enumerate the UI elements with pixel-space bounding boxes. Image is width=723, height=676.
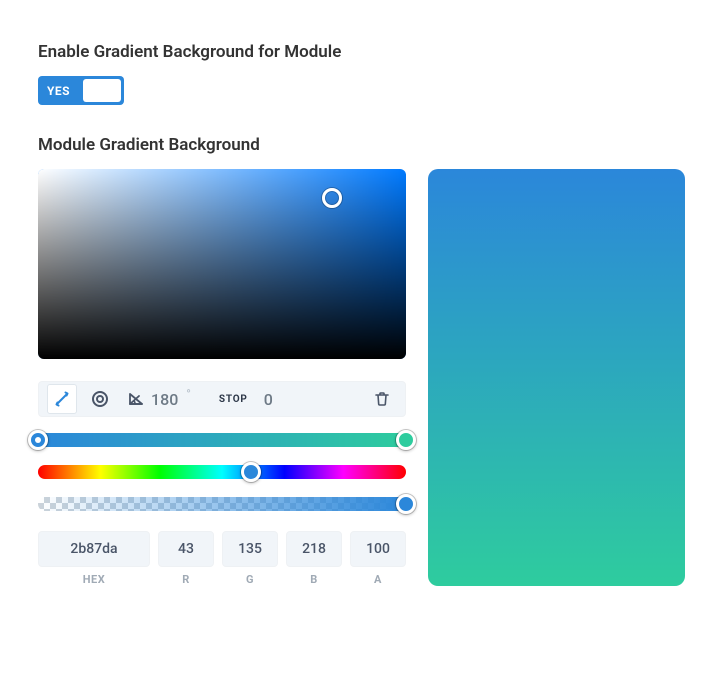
g-box: 135 G <box>222 531 278 586</box>
color-values-row: 2b87da HEX 43 R 135 G 218 B 100 A <box>38 531 406 586</box>
b-label: B <box>286 573 342 586</box>
r-box: 43 R <box>158 531 214 586</box>
gradient-stops-slider[interactable] <box>38 433 406 447</box>
enable-title: Enable Gradient Background for Module <box>38 42 685 62</box>
trash-icon <box>374 391 390 407</box>
radial-gradient-button[interactable] <box>85 384 115 414</box>
gradient-stops-bg <box>38 433 406 447</box>
hue-slider-bg <box>38 465 406 479</box>
b-box: 218 B <box>286 531 342 586</box>
stop-value: 0 <box>264 390 273 409</box>
hue-slider[interactable] <box>38 465 406 479</box>
degree-symbol: ° <box>186 387 191 401</box>
linear-gradient-button[interactable] <box>47 384 77 414</box>
r-label: R <box>158 573 214 586</box>
gradient-section-title: Module Gradient Background <box>38 135 685 155</box>
color-picker-panel: 180 ° STOP 0 <box>38 169 406 586</box>
sv-cursor[interactable] <box>322 188 342 208</box>
gradient-stop-handle-0[interactable] <box>28 430 48 450</box>
stop-label: STOP <box>219 394 248 405</box>
b-input[interactable]: 218 <box>286 531 342 567</box>
g-label: G <box>222 573 278 586</box>
gradient-preview <box>428 169 685 586</box>
stop-group[interactable]: STOP 0 <box>219 390 273 409</box>
delete-stop-button[interactable] <box>367 384 397 414</box>
linear-gradient-icon <box>54 391 70 407</box>
alpha-overlay <box>38 497 406 511</box>
radial-gradient-icon <box>91 390 109 408</box>
alpha-slider[interactable] <box>38 497 406 511</box>
angle-icon <box>127 390 145 408</box>
a-input[interactable]: 100 <box>350 531 406 567</box>
g-input[interactable]: 135 <box>222 531 278 567</box>
hex-input[interactable]: 2b87da <box>38 531 150 567</box>
a-label: A <box>350 573 406 586</box>
angle-group[interactable]: 180 ° <box>127 390 191 409</box>
toggle-yes-label: YES <box>41 84 78 98</box>
r-input[interactable]: 43 <box>158 531 214 567</box>
a-box: 100 A <box>350 531 406 586</box>
angle-value: 180 <box>151 390 178 409</box>
enable-toggle[interactable]: YES <box>38 76 124 105</box>
hue-handle[interactable] <box>241 462 261 482</box>
sv-black-layer <box>38 169 406 359</box>
alpha-handle[interactable] <box>396 494 416 514</box>
gradient-toolbar: 180 ° STOP 0 <box>38 381 406 417</box>
toggle-knob <box>83 79 121 102</box>
hex-label: HEX <box>38 573 150 586</box>
saturation-value-panel[interactable] <box>38 169 406 359</box>
gradient-stop-handle-1[interactable] <box>396 430 416 450</box>
hex-box: 2b87da HEX <box>38 531 150 586</box>
